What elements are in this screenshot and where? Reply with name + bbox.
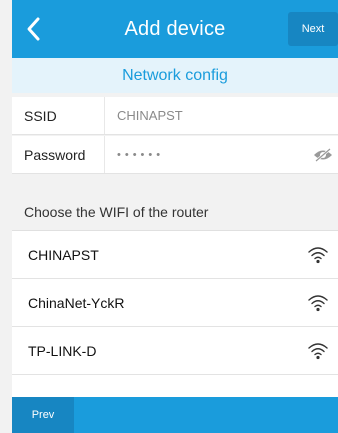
header-bar: Add device Next bbox=[12, 0, 338, 58]
eye-off-icon bbox=[314, 147, 332, 162]
ssid-field[interactable]: CHINAPST bbox=[105, 108, 338, 123]
ssid-row: SSID CHINAPST bbox=[12, 97, 338, 135]
chevron-left-icon bbox=[27, 17, 40, 41]
password-visibility-toggle[interactable] bbox=[308, 136, 338, 173]
back-button[interactable] bbox=[12, 0, 56, 58]
wifi-list-item[interactable]: CHINAPST bbox=[12, 231, 338, 279]
wifi-network-name: TP-LINK-D bbox=[28, 342, 97, 359]
prev-button[interactable]: Prev bbox=[12, 397, 74, 433]
footer-bar: Prev bbox=[12, 397, 338, 433]
password-field[interactable]: •••••• bbox=[105, 149, 308, 161]
next-button[interactable]: Next bbox=[288, 12, 338, 46]
section-title: Network config bbox=[12, 58, 338, 93]
wifi-network-name: CHINAPST bbox=[28, 246, 99, 263]
wifi-list-item[interactable]: ChinaNet-YckR bbox=[12, 279, 338, 327]
ssid-label: SSID bbox=[24, 107, 57, 124]
wifi-icon bbox=[298, 231, 338, 278]
wifi-section-label: Choose the WIFI of the router bbox=[12, 193, 338, 231]
password-row: Password •••••• bbox=[12, 136, 338, 174]
wifi-list-item[interactable]: TP-LINK-D bbox=[12, 327, 338, 375]
wifi-icon bbox=[298, 327, 338, 374]
wifi-list: CHINAPST ChinaNet-YckR TP-LINK-D bbox=[12, 231, 338, 397]
wifi-network-name: ChinaNet-YckR bbox=[28, 294, 125, 311]
wifi-icon bbox=[298, 279, 338, 326]
password-label: Password bbox=[24, 146, 86, 163]
